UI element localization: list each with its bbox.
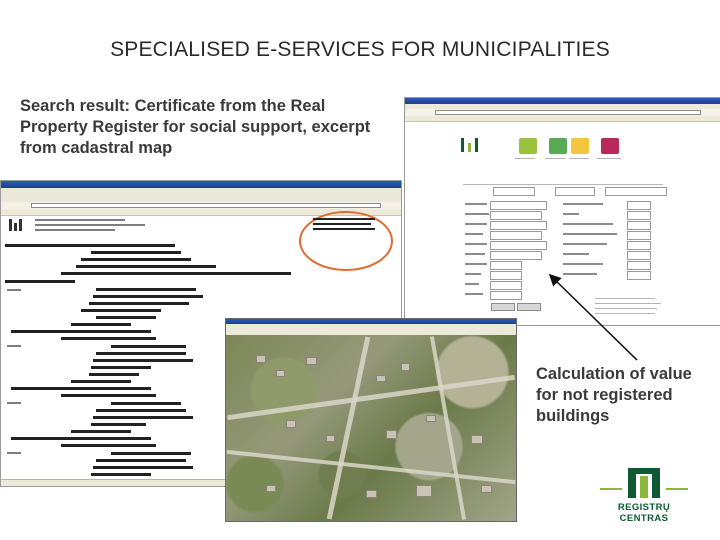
registry-emblem-icon [600, 468, 688, 498]
logo-name: REGISTRŲ CENTRAS [617, 502, 671, 524]
registru-centras-logo: REGISTRŲ CENTRAS [596, 462, 692, 524]
callout-arrow [548, 273, 638, 361]
